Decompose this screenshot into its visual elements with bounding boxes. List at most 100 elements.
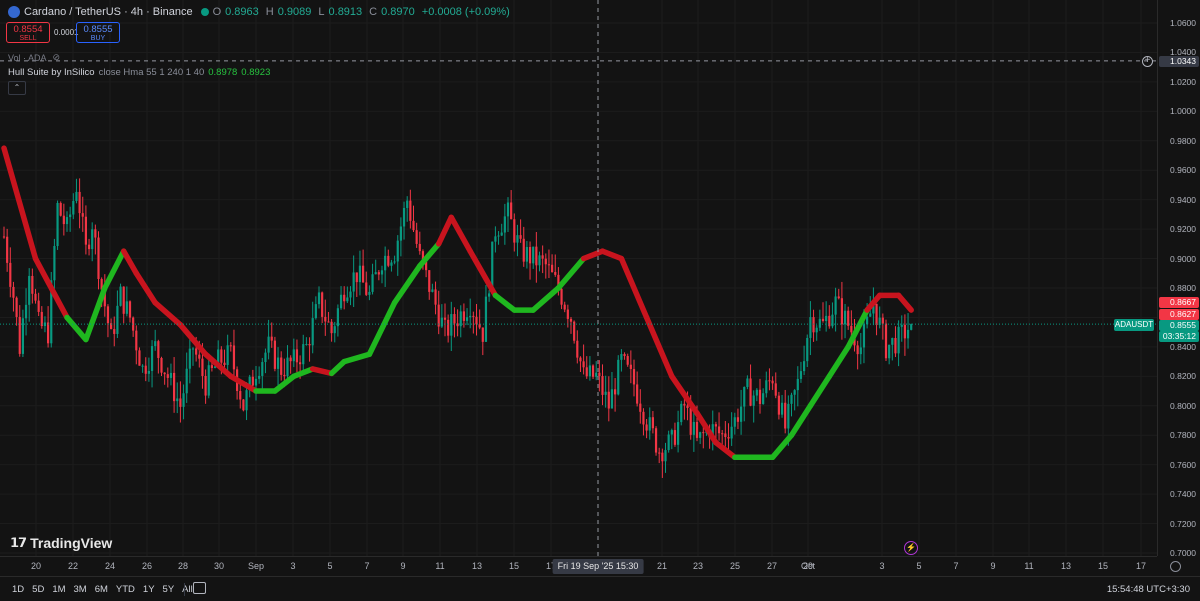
- candle-body: [535, 246, 538, 266]
- symbol-title[interactable]: Cardano / TetherUS · 4h · Binance: [24, 6, 193, 18]
- volume-label: Vol · ADA: [8, 52, 47, 63]
- time-tick: 9: [990, 561, 996, 571]
- candle-body: [806, 337, 809, 362]
- candle-body: [677, 422, 680, 445]
- hull-suite-segment: [807, 373, 833, 409]
- ohlc-low-value: 0.8913: [328, 6, 363, 18]
- time-tick: 15: [508, 561, 520, 571]
- time-tick: 7: [953, 561, 959, 571]
- candle-body: [220, 349, 223, 363]
- hull-suite-segment: [102, 248, 127, 291]
- time-tick: 27: [766, 561, 778, 571]
- time-tick: 23: [692, 561, 704, 571]
- candle-body: [393, 261, 396, 263]
- candle-body: [12, 286, 15, 298]
- time-scale[interactable]: 20 22 24 26 28 30 Sep 3 5 7 9 11 13 15 17 21 23 25 27 29 Oct…: [0, 556, 1157, 576]
- candle-body: [239, 391, 242, 400]
- hull-suite-segment: [1, 145, 39, 262]
- price-tick: 0.9200: [1170, 224, 1196, 235]
- candle-body: [554, 272, 557, 275]
- candle-body: [888, 344, 891, 359]
- candle-body: [47, 322, 50, 344]
- timeframe-button-5y[interactable]: 5Y: [163, 584, 175, 595]
- crosshair-price-label: 1.0343: [1159, 56, 1199, 67]
- timeframe-button-1y[interactable]: 1Y: [143, 584, 155, 595]
- candle-body: [201, 358, 204, 376]
- chart-svg[interactable]: [0, 0, 1157, 556]
- hull-suite-segment: [599, 248, 625, 262]
- candle-body: [724, 433, 727, 438]
- candle-body: [484, 296, 488, 342]
- chart-area[interactable]: Cardano / TetherUS · 4h · Binance O 0.896…: [0, 0, 1157, 556]
- candle-body: [144, 365, 147, 374]
- candle-body: [368, 291, 371, 295]
- timeframe-button-1d[interactable]: 1D: [12, 584, 24, 595]
- candle-body: [292, 349, 295, 362]
- candle-body: [349, 291, 352, 298]
- candle-body: [532, 246, 535, 264]
- candle-body: [280, 357, 283, 375]
- candle-body: [399, 226, 402, 241]
- price-change: +0.0008 (+0.09%): [421, 6, 510, 18]
- candle-body: [226, 345, 229, 366]
- candle-body: [768, 380, 771, 382]
- time-tick: 26: [141, 561, 153, 571]
- candle-body: [626, 356, 629, 365]
- market-status-icon[interactable]: [200, 8, 209, 16]
- candle-body: [604, 391, 607, 395]
- candle-body: [106, 306, 110, 324]
- candle-body: [658, 452, 661, 454]
- hull-lower-label: 0.8627: [1159, 309, 1199, 320]
- buy-button[interactable]: 0.8555 BUY: [76, 22, 120, 43]
- timeframe-button-3m[interactable]: 3M: [74, 584, 87, 595]
- candle-body: [302, 344, 305, 365]
- volume-legend[interactable]: Vol · ADA ⊘: [8, 52, 60, 63]
- countdown-label: 03:35:12: [1159, 331, 1199, 342]
- candle-body: [346, 297, 349, 302]
- tradingview-logo[interactable]: 𝟭𝟳 TradingView: [10, 535, 112, 551]
- candle-body: [28, 275, 31, 305]
- sell-button[interactable]: 0.8554 SELL: [6, 22, 50, 43]
- lightning-event-icon[interactable]: ⚡: [904, 541, 918, 555]
- timeframe-button-5d[interactable]: 5D: [32, 584, 44, 595]
- price-tick: 0.9600: [1170, 165, 1196, 176]
- buy-label: BUY: [90, 35, 106, 42]
- date-range-icon[interactable]: [193, 582, 206, 594]
- timeframe-button-1m[interactable]: 1M: [52, 584, 65, 595]
- candle-body: [324, 316, 327, 322]
- candle-body: [223, 362, 226, 366]
- collapse-legend-button[interactable]: ⌃: [8, 81, 26, 95]
- candle-body: [525, 247, 528, 262]
- eye-hidden-icon[interactable]: ⊘: [53, 52, 61, 63]
- candle-body: [733, 417, 736, 427]
- time-tick: 3: [879, 561, 885, 571]
- candle-body: [440, 317, 443, 327]
- candle-body: [576, 340, 579, 358]
- candle-body: [412, 220, 415, 231]
- utc-clock[interactable]: 15:54:48 UTC+3:30: [1107, 584, 1190, 595]
- scale-settings-icon[interactable]: [1170, 561, 1181, 572]
- time-tick: Oct: [800, 561, 816, 571]
- price-scale[interactable]: 1.0600 1.0400 1.0200 1.0000 0.9800 0.9600 0.94…: [1157, 0, 1200, 558]
- candle-body: [169, 372, 173, 378]
- candle-body: [481, 327, 484, 342]
- candle-body: [522, 238, 525, 262]
- timeframe-button-ytd[interactable]: YTD: [116, 584, 135, 595]
- candle-body: [330, 321, 333, 334]
- time-tick: 13: [471, 561, 483, 571]
- time-tick: 17: [1135, 561, 1147, 571]
- candle-body: [560, 288, 563, 305]
- hull-suite-segment: [530, 285, 562, 313]
- candle-body: [276, 357, 280, 369]
- candle-body: [636, 384, 639, 404]
- candle-body: [632, 369, 636, 385]
- add-alert-plus-icon[interactable]: +: [1142, 56, 1153, 67]
- timeframe-button-6m[interactable]: 6M: [95, 584, 108, 595]
- indicator-legend[interactable]: Hull Suite by InSilico close Hma 55 1 24…: [8, 67, 270, 78]
- time-tick: 30: [213, 561, 225, 571]
- time-tick: Sep: [247, 561, 265, 571]
- spread-value: 0.0001: [54, 28, 79, 37]
- candle-body: [365, 282, 368, 295]
- candle-body: [847, 310, 850, 326]
- time-tick: 20: [30, 561, 42, 571]
